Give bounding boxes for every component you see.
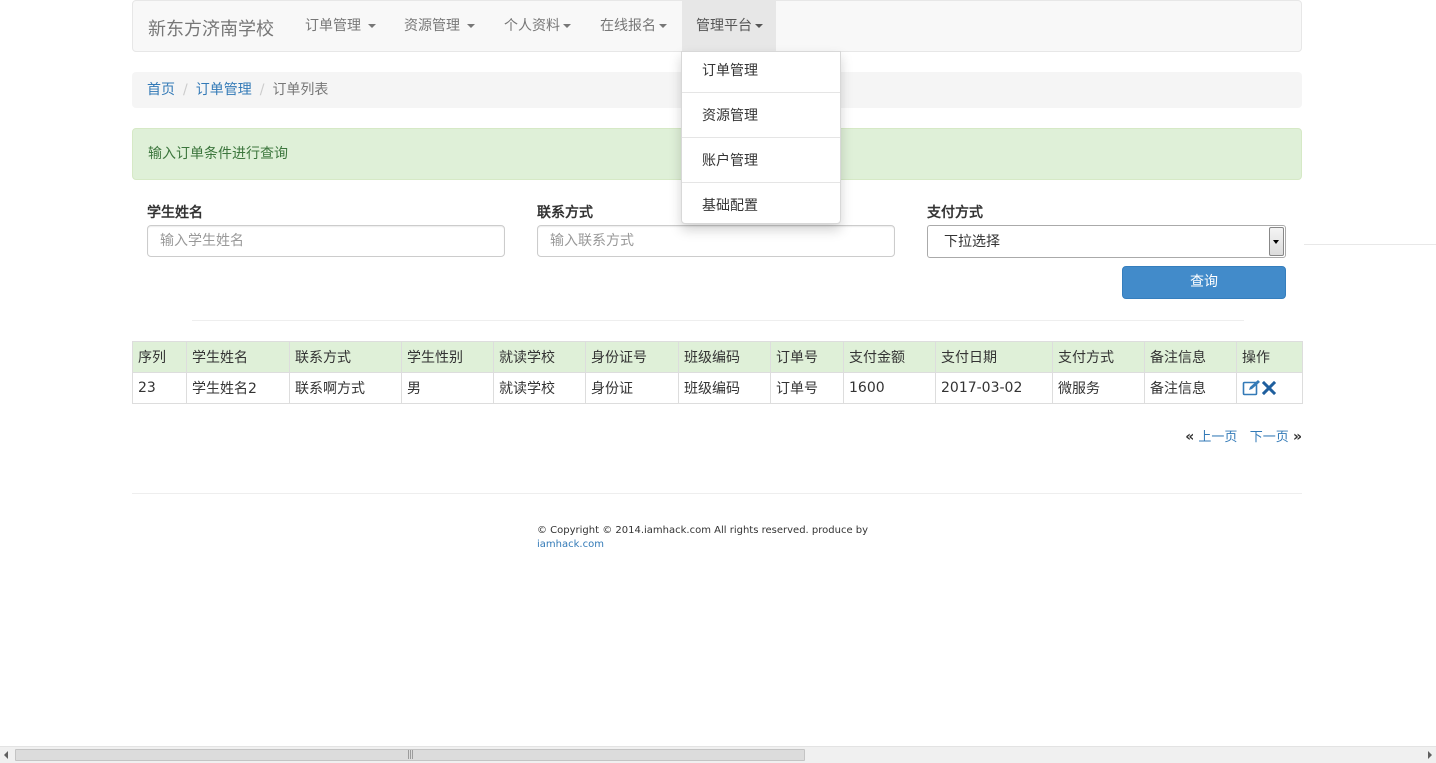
table-cell: 1600: [843, 372, 936, 404]
edit-icon[interactable]: [1242, 379, 1262, 397]
grip-icon: |||: [407, 750, 414, 760]
dropdown-item-resource-management[interactable]: 资源管理: [682, 97, 840, 141]
caret-down-icon: [563, 24, 571, 28]
table-cell: 微服务: [1052, 372, 1145, 404]
table-cell: 就读学校: [493, 372, 586, 404]
column-header: 支付方式: [1052, 341, 1145, 373]
table-cell: 备注信息: [1144, 372, 1237, 404]
column-header: 订单号: [770, 341, 844, 373]
table-cell: 订单号: [770, 372, 844, 404]
column-header: 就读学校: [493, 341, 586, 373]
nav-admin-platform[interactable]: 管理平台: [682, 1, 776, 51]
table-header-row: 序列 学生姓名 联系方式 学生性别 就读学校 身份证号 班级编码 订单号 支付金…: [132, 341, 1303, 373]
dropdown-divider: [682, 137, 840, 138]
table-cell: 身份证: [585, 372, 679, 404]
nav-order-management[interactable]: 订单管理: [305, 1, 377, 51]
payment-method-select[interactable]: 下拉选择: [927, 225, 1286, 258]
scroll-right-arrow-icon[interactable]: [1428, 751, 1432, 759]
admin-dropdown-menu: 订单管理 资源管理 账户管理 基础配置: [681, 51, 841, 224]
actions-cell: [1236, 372, 1303, 404]
caret-down-icon: [467, 24, 476, 28]
copyright-text: © Copyright © 2014.iamhack.com All right…: [537, 525, 869, 536]
breadcrumb-current: 订单列表: [272, 82, 329, 98]
double-chevron-left-icon: «: [1185, 429, 1195, 445]
table-cell: 23: [132, 372, 187, 404]
payment-method-selected: 下拉选择: [944, 234, 1000, 250]
column-header: 支付金额: [843, 341, 936, 373]
column-header: 序列: [132, 341, 187, 373]
column-header: 学生姓名: [186, 341, 290, 373]
table-cell: 2017-03-02: [935, 372, 1053, 404]
breadcrumb-home[interactable]: 首页: [147, 82, 175, 98]
nav-online-registration[interactable]: 在线报名: [600, 1, 667, 51]
column-header: 学生性别: [401, 341, 494, 373]
payment-method-label: 支付方式: [927, 205, 983, 221]
brand[interactable]: 新东方济南学校: [148, 15, 274, 41]
pager: « 上一页 下一页 »: [1185, 426, 1302, 445]
breadcrumb-separator: /: [183, 82, 188, 98]
column-header: 身份证号: [585, 341, 679, 373]
contact-label: 联系方式: [537, 205, 593, 221]
column-header: 支付日期: [935, 341, 1053, 373]
alert-text: 输入订单条件进行查询: [148, 146, 288, 162]
table-cell: 男: [401, 372, 494, 404]
nav-resource-management[interactable]: 资源管理: [404, 1, 476, 51]
divider: [192, 320, 1244, 321]
double-chevron-right-icon: »: [1292, 429, 1302, 445]
caret-down-icon: [368, 24, 377, 28]
student-name-input[interactable]: [147, 225, 505, 257]
select-arrow-button[interactable]: [1269, 227, 1284, 256]
table-cell: 学生姓名2: [186, 372, 290, 404]
dropdown-item-order-management[interactable]: 订单管理: [682, 52, 840, 96]
navbar: 新东方济南学校 订单管理 资源管理 个人资料 在线报名 管理平台: [132, 0, 1302, 52]
scrollbar-thumb[interactable]: |||: [15, 749, 805, 761]
breadcrumb-order-management[interactable]: 订单管理: [196, 82, 252, 98]
table-cell: 联系啊方式: [289, 372, 402, 404]
triangle-down-icon: [1273, 240, 1279, 244]
table-row: 23 学生姓名2 联系啊方式 男 就读学校 身份证 班级编码 订单号 1600 …: [132, 372, 1303, 404]
footer-link[interactable]: iamhack.com: [537, 538, 868, 552]
nav-profile[interactable]: 个人资料: [504, 1, 571, 51]
table-cell: 班级编码: [678, 372, 771, 404]
dropdown-divider: [682, 182, 840, 183]
delete-icon[interactable]: [1262, 381, 1276, 395]
scroll-left-arrow-icon[interactable]: [4, 751, 8, 759]
footer: © Copyright © 2014.iamhack.com All right…: [537, 524, 868, 552]
orders-table: 序列 学生姓名 联系方式 学生性别 就读学校 身份证号 班级编码 订单号 支付金…: [132, 341, 1303, 404]
caret-down-icon: [659, 24, 667, 28]
dropdown-divider: [682, 92, 840, 93]
caret-down-icon: [755, 24, 763, 28]
dropdown-item-account-management[interactable]: 账户管理: [682, 142, 840, 186]
decorative-line: [1304, 244, 1436, 245]
horizontal-scrollbar[interactable]: |||: [0, 746, 1436, 763]
column-header: 班级编码: [678, 341, 771, 373]
footer-divider: [132, 493, 1302, 494]
query-button[interactable]: 查询: [1122, 266, 1286, 299]
breadcrumb-separator: /: [259, 82, 265, 98]
student-name-label: 学生姓名: [147, 205, 203, 221]
column-header: 联系方式: [289, 341, 402, 373]
column-header: 操作: [1236, 341, 1303, 373]
next-page-link[interactable]: 下一页: [1250, 430, 1289, 445]
prev-page-link[interactable]: 上一页: [1198, 430, 1237, 445]
column-header: 备注信息: [1144, 341, 1237, 373]
dropdown-item-basic-config[interactable]: 基础配置: [682, 187, 840, 231]
